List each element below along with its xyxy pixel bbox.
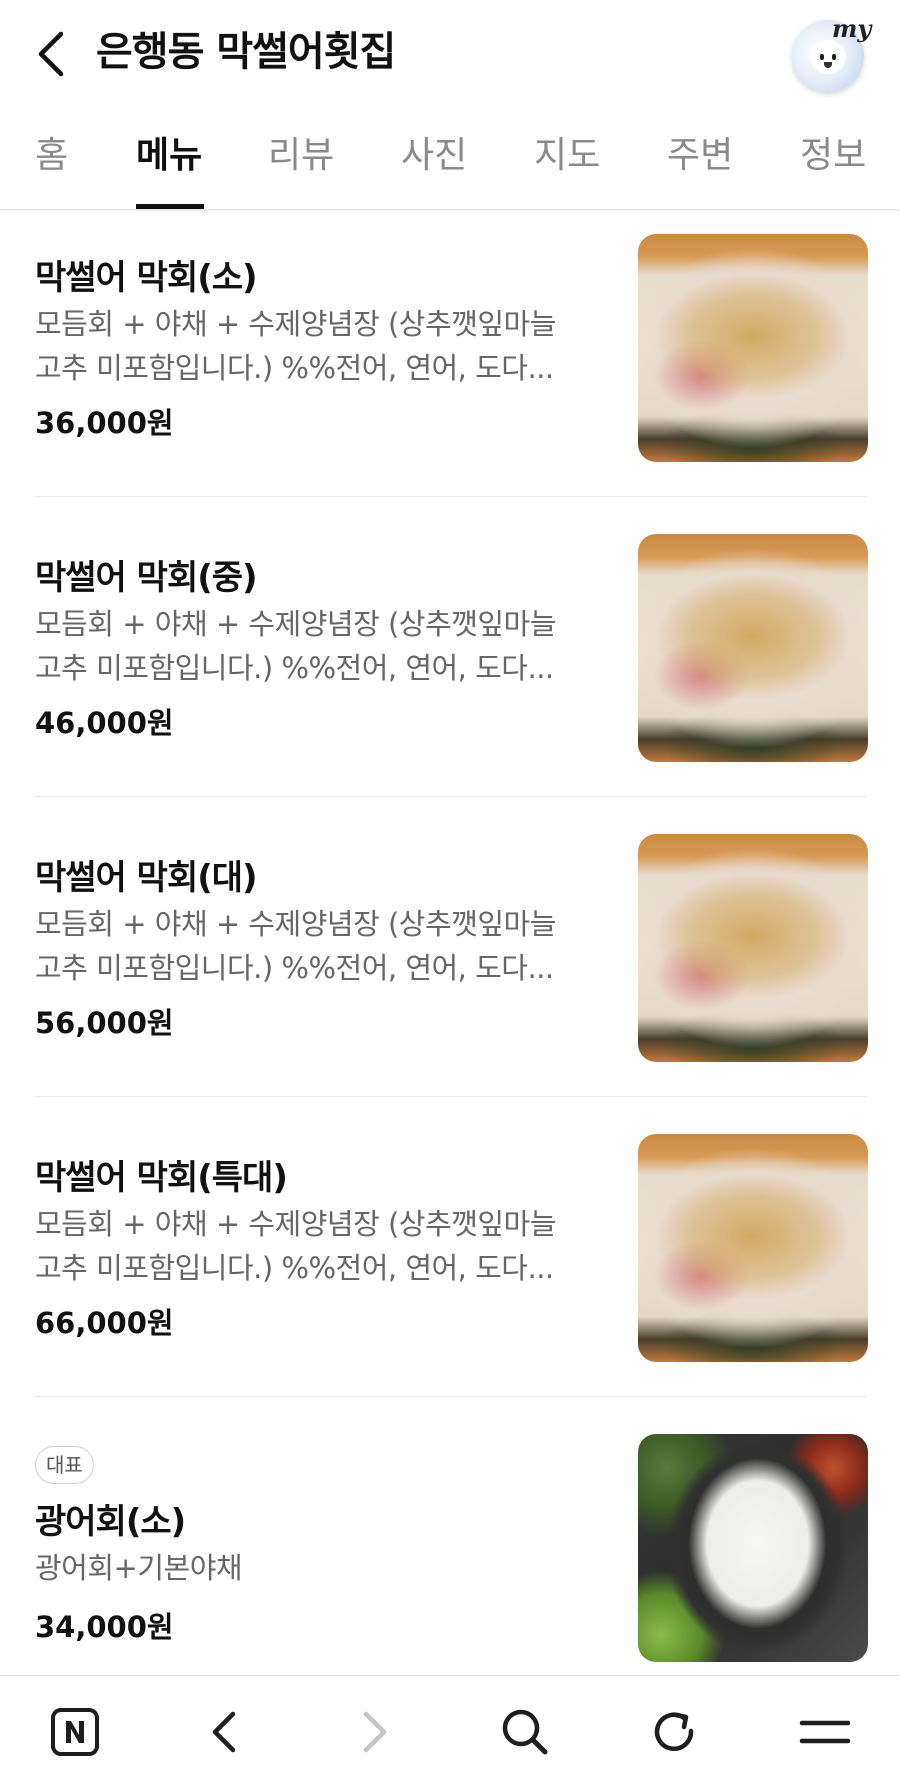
top-header: 은행동 막썰어횟집 my	[0, 0, 900, 106]
tab-nearby[interactable]: 주변	[667, 132, 733, 180]
menu-item-price: 46,000원	[35, 706, 174, 740]
chevron-left-icon	[38, 31, 64, 77]
menu-item-price: 34,000원	[35, 1610, 174, 1644]
menu-item-photo[interactable]	[638, 834, 868, 1062]
tab-home[interactable]: 홈	[35, 132, 68, 180]
divider	[35, 1396, 867, 1397]
forward-arrow-icon	[363, 1711, 387, 1753]
menu-item-name: 막썰어 막회(중)	[35, 558, 258, 598]
menu-item[interactable]: 막썰어 막회(중) 모듬회 + 야채 + 수제양념장 (상추깻잎마늘 고추 미포…	[0, 510, 900, 810]
menu-item-name: 광어회(소)	[35, 1502, 186, 1542]
avatar[interactable]: my	[792, 14, 871, 92]
menu-item-photo[interactable]	[638, 1434, 868, 1662]
menu-button[interactable]	[795, 1702, 855, 1762]
search-button[interactable]	[495, 1702, 555, 1762]
page-title: 은행동 막썰어횟집	[96, 29, 396, 75]
menu-item-photo[interactable]	[638, 1134, 868, 1362]
browser-forward-button[interactable]	[345, 1702, 405, 1762]
divider	[35, 796, 867, 797]
browser-bottom-nav	[0, 1675, 900, 1783]
tab-bar: 홈 메뉴 리뷰 사진 지도 주변 정보	[0, 106, 900, 210]
avatar-label: my	[832, 14, 872, 43]
menu-item-description: 모듬회 + 야채 + 수제양념장 (상추깻잎마늘 고추 미포함입니다.) %%전…	[35, 307, 556, 385]
menu-item-description: 모듬회 + 야채 + 수제양념장 (상추깻잎마늘 고추 미포함입니다.) %%전…	[35, 1207, 556, 1285]
menu-item-price: 36,000원	[35, 406, 174, 440]
naver-home-icon	[51, 1708, 99, 1756]
menu-item[interactable]: 막썰어 막회(대) 모듬회 + 야채 + 수제양념장 (상추깻잎마늘 고추 미포…	[0, 810, 900, 1110]
menu-item-name: 막썰어 막회(소)	[35, 258, 258, 298]
tab-reviews[interactable]: 리뷰	[268, 132, 334, 180]
search-icon	[502, 1709, 548, 1755]
tab-info[interactable]: 정보	[800, 132, 866, 180]
menu-item-photo[interactable]	[638, 534, 868, 762]
divider	[35, 496, 867, 497]
menu-item[interactable]: 대표 광어회(소) 광어회+기본야채 34,000원	[0, 1410, 900, 1710]
menu-item-photo[interactable]	[638, 234, 868, 462]
refresh-icon	[654, 1712, 694, 1751]
tab-menu[interactable]: 메뉴	[136, 132, 202, 180]
naver-home-button[interactable]	[45, 1702, 105, 1762]
menu-item-name: 막썰어 막회(대)	[35, 858, 258, 898]
refresh-button[interactable]	[645, 1702, 705, 1762]
menu-item-price: 56,000원	[35, 1006, 174, 1040]
menu-item-price: 66,000원	[35, 1306, 174, 1340]
divider	[35, 1096, 867, 1097]
back-button[interactable]	[30, 28, 70, 80]
menu-item[interactable]: 막썰어 막회(특대) 모듬회 + 야채 + 수제양념장 (상추깻잎마늘 고추 미…	[0, 1110, 900, 1410]
menu-item[interactable]: 막썰어 막회(소) 모듬회 + 야채 + 수제양념장 (상추깻잎마늘 고추 미포…	[0, 210, 900, 510]
signature-badge: 대표	[35, 1446, 94, 1484]
menu-item-name: 막썰어 막회(특대)	[35, 1158, 288, 1198]
active-tab-indicator	[136, 204, 204, 209]
avatar-mascot-icon	[810, 40, 846, 74]
browser-back-button[interactable]	[194, 1702, 254, 1762]
menu-item-description: 광어회+기본야채	[35, 1551, 243, 1585]
tab-photos[interactable]: 사진	[401, 132, 467, 180]
menu-item-description: 모듬회 + 야채 + 수제양념장 (상추깻잎마늘 고추 미포함입니다.) %%전…	[35, 907, 556, 985]
menu-icon	[799, 1720, 851, 1744]
back-arrow-icon	[212, 1711, 236, 1753]
tab-map[interactable]: 지도	[534, 132, 600, 180]
menu-item-description: 모듬회 + 야채 + 수제양념장 (상추깻잎마늘 고추 미포함입니다.) %%전…	[35, 607, 556, 685]
